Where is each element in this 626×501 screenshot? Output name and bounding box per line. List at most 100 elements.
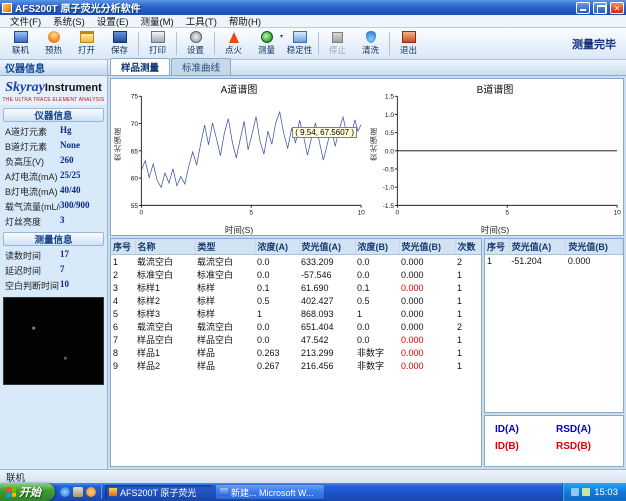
table-cell: 0.0 [255, 268, 299, 281]
column-header-7[interactable]: 次数 [455, 239, 482, 255]
open-button[interactable]: 打开 [70, 29, 103, 58]
close-button[interactable] [610, 2, 624, 14]
table-cell: 1 [455, 281, 482, 294]
stop-button[interactable]: 停止 [321, 29, 354, 58]
table-cell: 样品1 [135, 346, 195, 359]
svg-text:10: 10 [613, 209, 621, 216]
table-row[interactable]: 7样品空白样品空白0.047.5420.00.0001 [111, 333, 482, 346]
settings-button[interactable]: 设置 [179, 29, 212, 58]
column-header-1[interactable]: 名称 [135, 239, 195, 255]
column-header-1[interactable]: 荧光值(A) [509, 239, 566, 255]
task-button-word-doc[interactable]: 新建... Microsoft W... [216, 485, 324, 499]
exit-button[interactable]: 退出 [392, 29, 425, 58]
svg-text:0: 0 [139, 209, 143, 216]
measure-info-value: 7 [60, 264, 102, 277]
table-row[interactable]: 4标样2标样0.5402.4270.50.0001 [111, 294, 482, 307]
toolbar-separator [318, 32, 319, 55]
measure-button[interactable]: 测量▾ [250, 29, 283, 58]
instrument-info-label: 负高压(V) [5, 155, 60, 168]
menu-item-system[interactable]: 系统(S) [47, 14, 91, 28]
table-cell: 9 [111, 359, 135, 372]
task-button-afs200t[interactable]: AFS200T 原子荧光 [105, 485, 213, 499]
clean-button-label: 清洗 [362, 44, 379, 56]
svg-text:75: 75 [131, 94, 139, 101]
column-header-5[interactable]: 浓度(B) [355, 239, 399, 255]
tray-icons [571, 488, 590, 496]
menu-item-tools[interactable]: 工具(T) [180, 14, 223, 28]
volume-icon[interactable] [571, 488, 579, 496]
table-row[interactable]: 1-51.2040.000 [485, 255, 623, 268]
minimize-button[interactable] [576, 2, 590, 14]
chart-b-plot[interactable]: -1.5-1.0-0.50.00.51.01.50510 [376, 93, 622, 216]
table-cell: 651.404 [299, 320, 355, 333]
column-header-2[interactable]: 荧光值(B) [566, 239, 623, 255]
clean-button[interactable]: 清洗 [354, 29, 387, 58]
ignite-button[interactable]: 点火 [217, 29, 250, 58]
table-cell: 样品空白 [135, 333, 195, 346]
internet-explorer-icon[interactable] [60, 487, 70, 497]
network-icon[interactable] [582, 488, 590, 496]
table-cell: 47.542 [299, 333, 355, 346]
clock[interactable]: 15:03 [594, 487, 618, 498]
sidebar-header: 仪器信息 [0, 60, 107, 76]
start-button[interactable]: 开始 [0, 483, 55, 501]
column-header-4[interactable]: 荧光值(A) [299, 239, 355, 255]
column-header-0[interactable]: 序号 [111, 239, 135, 255]
instrument-info-label: 灯丝亮度 [5, 215, 60, 228]
instrument-info-row: B灯电流(mA)40/40 [0, 184, 107, 199]
column-header-6[interactable]: 荧光值(B) [399, 239, 455, 255]
table-cell: 0.0 [355, 333, 399, 346]
table-cell: 0.000 [399, 307, 455, 320]
table-cell: 0.5 [355, 294, 399, 307]
table-cell: 标样1 [135, 281, 195, 294]
menu-item-file[interactable]: 文件(F) [4, 14, 47, 28]
svg-text:60: 60 [131, 176, 139, 183]
menu-item-settings[interactable]: 设置(E) [91, 14, 135, 28]
menu-item-measure[interactable]: 测量(M) [134, 14, 179, 28]
chart-a-plot[interactable]: 55606570750510 [120, 93, 366, 216]
stability-button[interactable]: 稳定性 [283, 29, 316, 58]
tab-standard-curve[interactable]: 标准曲线 [171, 58, 231, 75]
table-cell: 633.209 [299, 255, 355, 269]
sample-table: 序号名称类型浓度(A)荧光值(A)浓度(B)荧光值(B)次数1载流空白载流空白0… [111, 239, 482, 372]
table-row[interactable]: 9样品2样品0.267216.456非数字0.0001 [111, 359, 482, 372]
column-header-2[interactable]: 类型 [195, 239, 255, 255]
exit-icon [402, 31, 416, 43]
save-button[interactable]: 保存 [103, 29, 136, 58]
table-row[interactable]: 1载流空白载流空白0.0633.2090.00.0002 [111, 255, 482, 269]
table-row[interactable]: 5标样3标样1868.09310.0001 [111, 307, 482, 320]
measure-info-header[interactable]: 测量信息 [3, 232, 104, 246]
instrument-info-header[interactable]: 仪器信息 [3, 108, 104, 122]
measure-icon [261, 31, 273, 43]
column-header-3[interactable]: 浓度(A) [255, 239, 299, 255]
measure-info-row: 读数时间17 [0, 248, 107, 263]
table-cell: -57.546 [299, 268, 355, 281]
menu-item-help[interactable]: 帮助(H) [223, 14, 267, 28]
exit-button-label: 退出 [400, 44, 417, 56]
column-header-0[interactable]: 序号 [485, 239, 509, 255]
show-desktop-icon[interactable] [73, 487, 83, 497]
svg-text:-1.5: -1.5 [383, 203, 395, 210]
table-cell: 6 [111, 320, 135, 333]
table-cell: 0.000 [399, 255, 455, 269]
main-area: 样品测量标准曲线 A道谱图 荧光强度 55606570750510 ( 9.54… [108, 60, 626, 469]
maximize-button[interactable] [593, 2, 607, 14]
tab-sample-measure[interactable]: 样品测量 [110, 58, 170, 75]
media-player-icon[interactable] [86, 487, 96, 497]
stat-rsd-b: RSD(B) [556, 441, 613, 452]
print-button[interactable]: 打印 [141, 29, 174, 58]
preheat-button[interactable]: 预热 [37, 29, 70, 58]
print-button-label: 打印 [149, 44, 166, 56]
measure-info-label: 读数时间 [5, 249, 60, 262]
instrument-info-label: 载气流量(mL/min) [5, 200, 60, 213]
chart-a: A道谱图 荧光强度 55606570750510 ( 9.54, 67.5607… [111, 79, 367, 235]
table-cell: 载流空白 [135, 320, 195, 333]
table-row[interactable]: 6载流空白载流空白0.0651.4040.00.0002 [111, 320, 482, 333]
connect-button[interactable]: 联机 [4, 29, 37, 58]
result-table: 序号荧光值(A)荧光值(B)1-51.2040.000 [485, 239, 623, 268]
table-row[interactable]: 8样品1样品0.263213.299非数字0.0001 [111, 346, 482, 359]
svg-text:0: 0 [395, 209, 399, 216]
table-row[interactable]: 3标样1标样0.161.6900.10.0001 [111, 281, 482, 294]
table-cell: 样品 [195, 346, 255, 359]
table-row[interactable]: 2标准空白标准空白0.0-57.5460.00.0001 [111, 268, 482, 281]
